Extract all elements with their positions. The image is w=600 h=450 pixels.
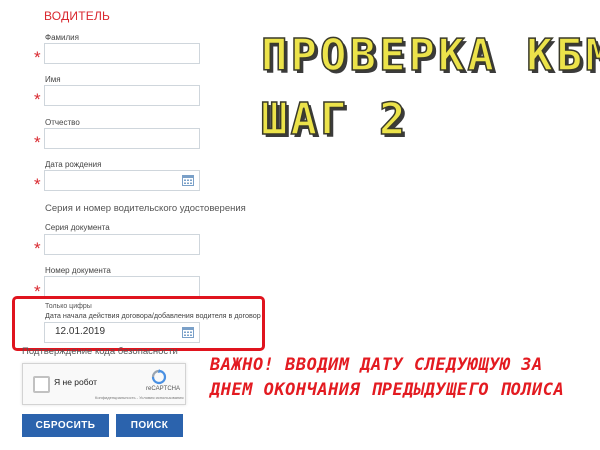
required-marker: * [34, 175, 41, 194]
overlay-note-line2: ДНЕМ ОКОНЧАНИЯ ПРЕДЫДУЩЕГО ПОЛИСА [210, 380, 565, 400]
license-series-input[interactable] [44, 234, 200, 255]
patronymic-input[interactable] [44, 128, 200, 149]
calendar-icon[interactable] [182, 326, 194, 338]
license-series-label: Серия документа [45, 223, 110, 232]
recaptcha-terms[interactable]: Конфиденциальность - Условия использован… [95, 395, 184, 400]
license-number-label: Номер документа [45, 266, 111, 275]
license-number-input[interactable] [44, 276, 200, 297]
required-marker: * [34, 48, 41, 67]
last-name-label: Фамилия [45, 33, 79, 42]
recaptcha-logo-icon [151, 369, 167, 385]
captcha-label: Я не робот [54, 377, 98, 387]
last-name-input[interactable] [44, 43, 200, 64]
first-name-input[interactable] [44, 85, 200, 106]
birth-date-label: Дата рождения [45, 160, 102, 169]
section-title: ВОДИТЕЛЬ [44, 9, 111, 23]
security-code-label: Подтверждение кода безопасности [22, 346, 178, 357]
recaptcha-brand: reCAPTCHA [146, 386, 181, 392]
overlay-note-line1: ВАЖНО! ВВОДИМ ДАТУ СЛЕДУЮЩУЮ ЗА [210, 355, 543, 375]
overlay-title-line2: ШАГ 2 [260, 93, 409, 146]
calendar-icon[interactable] [182, 174, 194, 186]
search-button[interactable]: ПОИСК [116, 414, 183, 437]
captcha-checkbox[interactable] [33, 376, 50, 393]
start-date-input[interactable]: 12.01.2019 [44, 322, 200, 343]
first-name-label: Имя [45, 75, 61, 84]
reset-button[interactable]: СБРОСИТЬ [22, 414, 109, 437]
required-marker: * [34, 239, 41, 258]
start-date-label: Дата начала действия договора/добавления… [45, 311, 261, 320]
recaptcha-widget: Я не робот reCAPTCHA Конфиденциальность … [22, 363, 186, 405]
required-marker: * [34, 90, 41, 109]
required-marker: * [34, 133, 41, 152]
license-heading: Серия и номер водительского удостоверени… [45, 203, 246, 214]
birth-date-input[interactable] [44, 170, 200, 191]
patronymic-label: Отчество [45, 118, 80, 127]
overlay-title-line1: ПРОВЕРКА КБМ [260, 29, 600, 82]
digits-hint: Только цифры [45, 303, 92, 310]
